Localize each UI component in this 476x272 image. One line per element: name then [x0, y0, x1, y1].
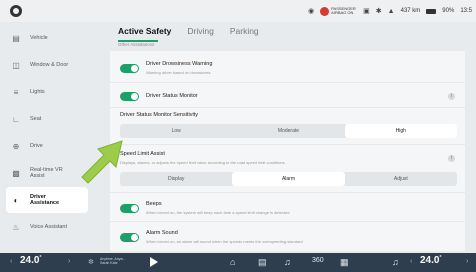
- assistance-icon: ◐: [13, 195, 19, 205]
- play-icon[interactable]: [150, 257, 158, 267]
- alarm-sound-toggle[interactable]: [120, 233, 139, 242]
- sensitivity-low-option[interactable]: Low: [120, 124, 232, 138]
- camera-360-icon[interactable]: 360: [312, 257, 324, 264]
- sidebar-item-label: Drive: [30, 143, 43, 149]
- info-icon[interactable]: i: [448, 93, 455, 100]
- sidebar-item-window-door[interactable]: ◫ Window & Door: [6, 52, 88, 78]
- right-temp-value: 24.0: [420, 255, 440, 266]
- settings-tabs: Active Safety Driving Parking: [118, 26, 259, 36]
- left-temperature[interactable]: 24.0°: [20, 255, 41, 266]
- speed-limit-assist-desc: Displays, alarms, or adjusts the speed l…: [120, 160, 286, 165]
- sidebar-item-lights[interactable]: ≡ Lights: [6, 79, 88, 105]
- sidebar-item-label: Real-time VR Assist: [30, 167, 63, 179]
- sidebar-item-label: Seat: [30, 116, 42, 122]
- annotation-arrow-icon: [81, 140, 123, 184]
- sidebar-item-voice-assistant[interactable]: ♨ Voice Assistant: [6, 214, 88, 240]
- steering-icon: ⊕: [12, 141, 20, 151]
- sensitivity-high-option[interactable]: High: [344, 124, 457, 138]
- tab-parking[interactable]: Parking: [230, 26, 259, 36]
- record-icon: ◉: [308, 8, 315, 15]
- subtab-other-assistances[interactable]: Other Assistances: [118, 42, 154, 47]
- car-icon: ▤: [12, 33, 20, 43]
- settings-panel: Driver Drowsiness Warning Warning driver…: [110, 51, 465, 251]
- brand-logo-icon: [10, 5, 22, 17]
- drowsiness-warning-title: Driver Drowsiness Warning: [146, 61, 213, 67]
- left-temp-value: 24.0: [20, 255, 40, 266]
- battery-text: 90%: [442, 8, 455, 14]
- speed-limit-display-option[interactable]: Display: [120, 172, 232, 186]
- beeps-desc: When turned on, the system will beep eac…: [146, 210, 290, 215]
- beeps-toggle[interactable]: [120, 204, 139, 213]
- temp-increase-right-icon[interactable]: ›: [466, 258, 468, 265]
- tab-driving[interactable]: Driving: [187, 26, 213, 36]
- divider: [110, 192, 465, 193]
- driver-status-monitor-title: Driver Status Monitor: [146, 93, 198, 99]
- range-text: 437 km: [400, 8, 421, 14]
- alarm-sound-desc: When turned on, an alarm will sound when…: [146, 239, 303, 244]
- sensitivity-title: Driver Status Monitor Sensitivity: [120, 112, 198, 118]
- sidebar-item-vr-assist[interactable]: ▩ Real-time VR Assist: [6, 160, 88, 186]
- bluetooth-icon: ✱: [375, 8, 382, 15]
- home-icon[interactable]: ⌂: [230, 257, 235, 267]
- airbag-status: PASSENGER AIRBAG ON: [320, 6, 357, 16]
- divider: [110, 82, 465, 83]
- temp-increase-left-icon[interactable]: ›: [68, 258, 70, 265]
- sidebar-item-label: Driver Assistance: [30, 194, 60, 206]
- clock-text: 13:5: [460, 8, 472, 14]
- music-icon[interactable]: ♫: [284, 257, 291, 267]
- sidebar-item-drive[interactable]: ⊕ Drive: [6, 133, 88, 159]
- tab-active-safety[interactable]: Active Safety: [118, 26, 171, 36]
- temp-decrease-left-icon[interactable]: ‹: [10, 258, 12, 265]
- climate-media-bar: ‹ 24.0° › ✼ Anytime, Anyw.. Sarah Kate ⌂…: [0, 253, 476, 272]
- voice-icon: ♨: [12, 222, 20, 232]
- camera-off-icon: ▣: [363, 8, 370, 15]
- drowsiness-warning-toggle[interactable]: [120, 64, 139, 73]
- lights-icon: ≡: [13, 87, 19, 97]
- sidebar-item-vehicle[interactable]: ▤ Vehicle: [6, 25, 88, 51]
- temp-decrease-right-icon[interactable]: ‹: [410, 258, 412, 265]
- info-icon[interactable]: i: [448, 155, 455, 162]
- speed-limit-segmented-control: Display Alarm Adjust: [120, 172, 457, 186]
- divider: [110, 107, 465, 108]
- speed-limit-alarm-option[interactable]: Alarm: [232, 172, 345, 186]
- divider: [110, 144, 465, 145]
- apps-grid-icon[interactable]: ▦: [340, 257, 349, 268]
- battery-icon: [426, 8, 437, 14]
- media-info[interactable]: Anytime, Anyw.. Sarah Kate: [100, 257, 125, 265]
- alarm-sound-title: Alarm Sound: [146, 230, 178, 236]
- airbag-icon: [320, 6, 330, 16]
- volume-icon[interactable]: ♫: [392, 257, 399, 267]
- right-temperature[interactable]: 24.0°: [420, 255, 441, 266]
- status-icons: ◉ PASSENGER AIRBAG ON ▣ ✱ ▲ 437 km 90% 1…: [308, 3, 472, 19]
- sensitivity-segmented-control: Low Moderate High: [120, 124, 457, 138]
- vr-icon: ▩: [12, 168, 20, 178]
- driver-status-monitor-toggle[interactable]: [120, 92, 139, 101]
- sidebar-item-label: Voice Assistant: [30, 224, 67, 230]
- beeps-title: Beeps: [146, 201, 162, 207]
- sidebar-item-label: Lights: [30, 89, 45, 95]
- sidebar-item-driver-assistance[interactable]: ◐ Driver Assistance: [6, 187, 88, 213]
- fan-icon[interactable]: ✼: [88, 258, 94, 266]
- temp-unit: °: [39, 255, 42, 261]
- media-artist: Sarah Kate: [100, 261, 118, 265]
- temp-unit: °: [439, 255, 442, 261]
- divider: [110, 221, 465, 222]
- sensitivity-moderate-option[interactable]: Moderate: [232, 124, 344, 138]
- sidebar-item-seat[interactable]: ∟ Seat: [6, 106, 88, 132]
- status-bar: ◉ PASSENGER AIRBAG ON ▣ ✱ ▲ 437 km 90% 1…: [0, 0, 476, 22]
- window-icon: ◫: [12, 60, 20, 70]
- drowsiness-warning-desc: Warning driver based on drowsiness: [146, 70, 211, 75]
- seat-icon: ∟: [12, 114, 20, 124]
- signal-icon: ▲: [387, 7, 395, 15]
- sidebar-item-label: Window & Door: [30, 62, 69, 68]
- airbag-text: PASSENGER AIRBAG ON: [331, 6, 356, 15]
- sidebar-item-label: Vehicle: [30, 35, 48, 41]
- speed-limit-adjust-option[interactable]: Adjust: [345, 172, 457, 186]
- car-control-icon[interactable]: ▤: [258, 257, 267, 268]
